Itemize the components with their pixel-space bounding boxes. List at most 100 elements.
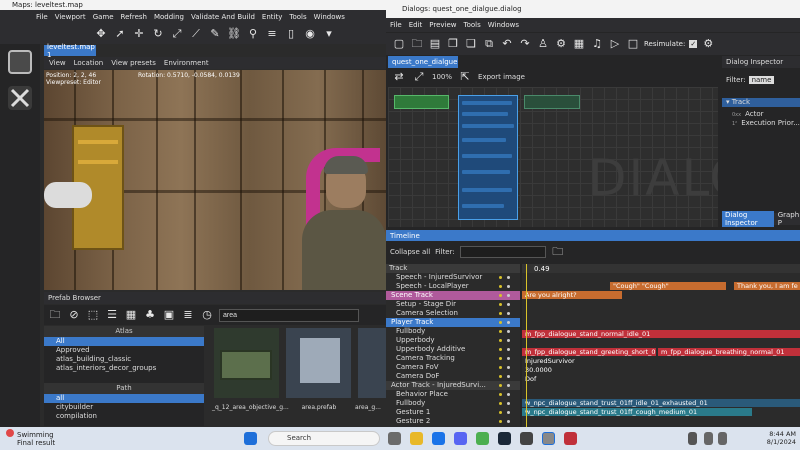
track-lock-dot[interactable] [499, 375, 502, 378]
track-visibility-dot[interactable] [507, 285, 510, 288]
timeline-clip[interactable]: w_npc_dialogue_stand_trust_01ff_cough_me… [522, 408, 752, 416]
timeline-filter-input[interactable] [459, 246, 546, 258]
inspector-priority-node[interactable]: 1² Execution Prior... [722, 119, 800, 128]
dlg-menu-tools[interactable]: Tools [464, 21, 481, 29]
atlas-item[interactable]: All [44, 337, 204, 346]
box-icon[interactable]: ▣ [162, 308, 176, 322]
track-visibility-dot[interactable] [507, 303, 510, 306]
playhead[interactable] [526, 264, 527, 427]
timeline-track-row[interactable]: Camera Tracking [386, 354, 520, 363]
dlg-menu-edit[interactable]: Edit [409, 21, 423, 29]
export-image-button[interactable]: Export image [478, 73, 525, 81]
menu-validate[interactable]: Validate And Build [191, 13, 255, 21]
prefab-search-input[interactable] [219, 308, 359, 322]
wifi-icon[interactable] [704, 432, 713, 445]
track-visibility-dot[interactable] [507, 294, 510, 297]
track-lock-dot[interactable] [499, 348, 502, 351]
timeline-clip[interactable]: InjuredSurvivor [522, 357, 622, 365]
timeline-clip[interactable]: m_fpp_dialogue_stand_normal_idle_01 [522, 330, 800, 338]
viewport-menu-presets[interactable]: View presets [111, 59, 156, 67]
timeline-track-row[interactable]: Gesture 2 [386, 417, 520, 426]
track-lock-dot[interactable] [499, 303, 502, 306]
duplicate-icon[interactable]: ⧉ [482, 37, 496, 51]
menu-windows[interactable]: Windows [314, 13, 345, 21]
map-icon[interactable] [8, 50, 32, 74]
tab-dialog-inspector[interactable]: Dialog Inspector [722, 211, 774, 227]
track-lock-dot[interactable] [499, 357, 502, 360]
stop-icon[interactable]: □ [626, 37, 640, 51]
timeline-track-row[interactable]: Fullbody [386, 399, 520, 408]
path-item[interactable]: citybuilder [44, 403, 204, 412]
track-lock-dot[interactable] [499, 420, 502, 423]
menu-entity[interactable]: Entity [262, 13, 282, 21]
dlg-menu-file[interactable]: File [390, 21, 402, 29]
menu-refresh[interactable]: Refresh [121, 13, 147, 21]
graph-start-node[interactable] [394, 95, 449, 109]
new-icon[interactable]: ▢ [392, 37, 406, 51]
bookmark-icon[interactable]: ▯ [284, 27, 298, 41]
list-icon[interactable]: ☰ [105, 308, 119, 322]
viewport-menu-environment[interactable]: Environment [164, 59, 209, 67]
inspector-filter-select[interactable]: name [748, 76, 775, 84]
translate-tool-icon[interactable]: ✛ [132, 27, 146, 41]
brush-tool-icon[interactable]: ✎ [208, 27, 222, 41]
track-visibility-dot[interactable] [507, 384, 510, 387]
track-lock-dot[interactable] [499, 366, 502, 369]
fit-icon[interactable]: ⤢ [412, 70, 426, 84]
redo-icon[interactable]: ↷ [518, 37, 532, 51]
timeline-track-row[interactable]: Behavior Place [386, 390, 520, 399]
path-item[interactable]: all [44, 394, 204, 403]
atlas-item[interactable]: atlas_interiors_decor_groups [44, 364, 204, 373]
menu-modding[interactable]: Modding [154, 13, 184, 21]
active-app-icon[interactable] [542, 432, 555, 445]
dlg-menu-preview[interactable]: Preview [429, 21, 456, 29]
save-icon[interactable]: ▤ [428, 37, 442, 51]
track-lock-dot[interactable] [499, 393, 502, 396]
app-icon[interactable] [520, 432, 533, 445]
track-lock-dot[interactable] [499, 411, 502, 414]
snap-tool-icon[interactable]: ⟋ [189, 27, 203, 41]
track-visibility-dot[interactable] [507, 393, 510, 396]
atlas-item[interactable]: Approved [44, 346, 204, 355]
timeline-clip[interactable]: Are you alright? [522, 291, 622, 299]
chrome-icon[interactable] [432, 432, 445, 445]
timeline-track-row[interactable]: Camera FoV [386, 363, 520, 372]
store-icon[interactable] [476, 432, 489, 445]
play-icon[interactable]: ▷ [608, 37, 622, 51]
cube-icon[interactable]: ⬚ [86, 308, 100, 322]
track-visibility-dot[interactable] [507, 312, 510, 315]
node-icon[interactable]: ⚙ [554, 37, 568, 51]
track-lock-dot[interactable] [499, 321, 502, 324]
track-lock-dot[interactable] [499, 402, 502, 405]
viewport-menu-location[interactable]: Location [74, 59, 104, 67]
track-lock-dot[interactable] [499, 276, 502, 279]
copy-icon[interactable]: ❐ [446, 37, 460, 51]
timeline-clip[interactable]: Dof [522, 375, 622, 383]
timeline-track-row[interactable]: Camera DoF [386, 372, 520, 381]
taskbar-clock[interactable]: 8:44 AM 8/1/2024 [744, 430, 796, 446]
timeline-track-row[interactable]: Gesture 1 [386, 408, 520, 417]
history-icon[interactable]: ◷ [200, 308, 214, 322]
tray-chevron-icon[interactable] [688, 432, 697, 445]
tree-icon[interactable]: ♣ [143, 308, 157, 322]
select-tool-icon[interactable]: ➚ [113, 27, 127, 41]
track-lock-dot[interactable] [499, 285, 502, 288]
path-item[interactable]: compilation [44, 412, 204, 421]
timeline-clip[interactable]: Thank you, I am fe [734, 282, 800, 290]
taskbar-search[interactable]: Search [268, 431, 380, 446]
viewport-menu-view[interactable]: View [49, 59, 66, 67]
more-icon[interactable]: ▾ [322, 27, 336, 41]
graph-end-node[interactable] [524, 95, 580, 109]
timeline-clip[interactable]: m_fpp_dialogue_breathing_normal_01 [658, 348, 800, 356]
timeline-track-row[interactable]: Fullbody [386, 327, 520, 336]
timeline-track-row[interactable]: Upperbody [386, 336, 520, 345]
3d-viewport[interactable]: Position: 2, 2, 46 Viewpreset: Editor Ro… [44, 70, 386, 290]
track-lock-dot[interactable] [499, 339, 502, 342]
resimulate-checkbox[interactable]: ✓ [689, 40, 698, 48]
track-visibility-dot[interactable] [507, 276, 510, 279]
menu-viewport[interactable]: Viewport [55, 13, 86, 21]
export-icon[interactable]: ⇱ [458, 70, 472, 84]
settings-icon[interactable]: ⚙ [701, 37, 715, 51]
timeline-clip[interactable]: "Cough" "Cough" [610, 282, 726, 290]
track-visibility-dot[interactable] [507, 375, 510, 378]
